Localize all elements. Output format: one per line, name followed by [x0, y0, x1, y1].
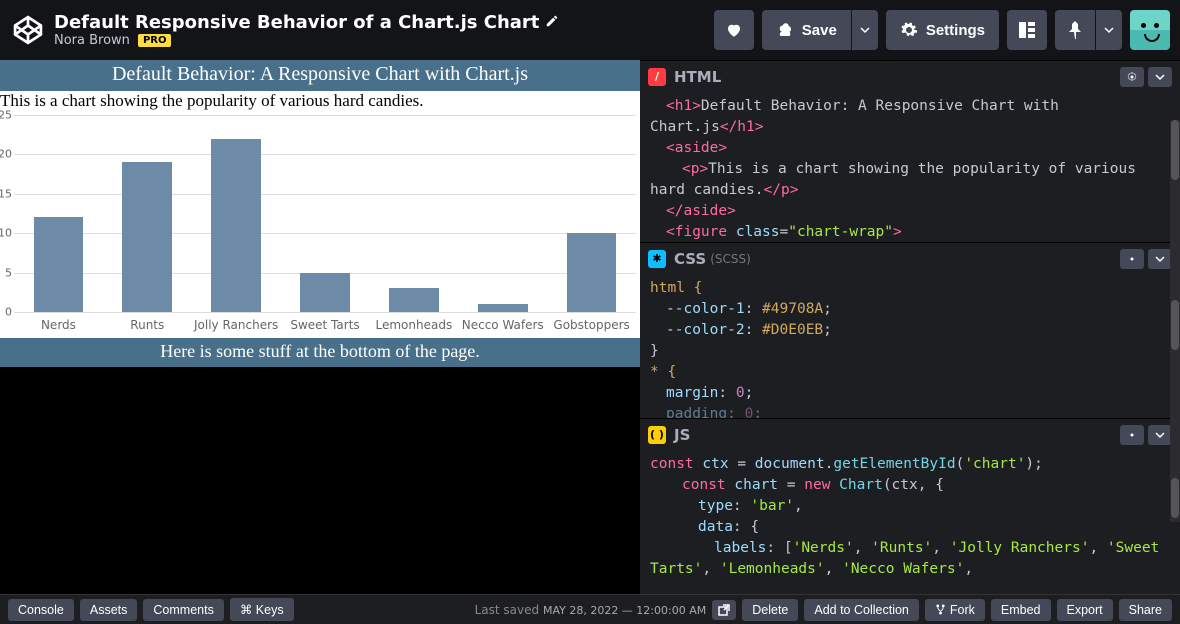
save-label: Save	[802, 22, 837, 39]
edit-title-icon[interactable]	[545, 13, 559, 32]
bars	[14, 115, 636, 312]
x-label: Jolly Ranchers	[192, 318, 281, 332]
y-axis: 0510152025	[0, 115, 14, 312]
js-badge-icon: ( )	[648, 426, 666, 444]
js-panel-label[interactable]: JS	[674, 426, 690, 444]
preview-title: Default Behavior: A Responsive Chart wit…	[0, 60, 640, 91]
settings-button[interactable]: Settings	[886, 10, 999, 50]
embed-button[interactable]: Embed	[991, 599, 1051, 621]
pen-title[interactable]: Default Responsive Behavior of a Chart.j…	[54, 12, 539, 33]
save-menu-button[interactable]	[852, 10, 878, 50]
pin-menu-button[interactable]	[1096, 10, 1122, 50]
share-button[interactable]: Share	[1119, 599, 1172, 621]
comments-button[interactable]: Comments	[143, 599, 223, 621]
css-settings-icon[interactable]	[1120, 249, 1144, 269]
css-panel: ✱ CSS (SCSS) html { --color-1: #49708A; …	[640, 242, 1180, 418]
add-collection-button[interactable]: Add to Collection	[804, 599, 919, 621]
html-panel: / HTML <h1>Default Behavior: A Responsiv…	[640, 60, 1180, 242]
x-label: Runts	[103, 318, 192, 332]
html-panel-label[interactable]: HTML	[674, 68, 721, 86]
css-code-editor[interactable]: html { --color-1: #49708A; --color-2: #D…	[640, 274, 1180, 418]
x-axis: NerdsRuntsJolly RanchersSweet TartsLemon…	[14, 318, 636, 332]
delete-button[interactable]: Delete	[742, 599, 798, 621]
bar	[211, 139, 261, 312]
bar	[300, 273, 350, 312]
editor-scrollbar[interactable]	[1170, 120, 1180, 522]
pin-button[interactable]	[1055, 10, 1095, 50]
x-label: Sweet Tarts	[281, 318, 370, 332]
js-code-editor[interactable]: const ctx = document.getElementById('cha…	[640, 450, 1180, 594]
x-label: Gobstoppers	[547, 318, 636, 332]
settings-label: Settings	[926, 22, 985, 39]
preview-pane: Default Behavior: A Responsive Chart wit…	[0, 60, 640, 594]
html-chevron-icon[interactable]	[1148, 67, 1172, 87]
title-block: Default Responsive Behavior of a Chart.j…	[54, 12, 706, 48]
bar	[478, 304, 528, 312]
html-badge-icon: /	[648, 68, 666, 86]
css-panel-label[interactable]: CSS	[674, 250, 706, 268]
open-new-window-icon[interactable]	[712, 600, 736, 620]
js-chevron-icon[interactable]	[1148, 425, 1172, 445]
x-label: Nerds	[14, 318, 103, 332]
fork-button[interactable]: Fork	[925, 599, 985, 621]
bar	[122, 162, 172, 312]
console-button[interactable]: Console	[8, 599, 74, 621]
layout-button[interactable]	[1007, 10, 1047, 50]
html-settings-icon[interactable]	[1120, 67, 1144, 87]
js-panel: ( ) JS const ctx = document.getElementBy…	[640, 418, 1180, 594]
export-button[interactable]: Export	[1057, 599, 1113, 621]
bar	[389, 288, 439, 312]
keys-button[interactable]: ⌘ Keys	[230, 598, 294, 621]
author-name[interactable]: Nora Brown	[54, 33, 130, 48]
x-label: Lemonheads	[369, 318, 458, 332]
codepen-logo[interactable]	[10, 12, 46, 48]
css-panel-sub: (SCSS)	[710, 252, 751, 266]
css-chevron-icon[interactable]	[1148, 249, 1172, 269]
html-code-editor[interactable]: <h1>Default Behavior: A Responsive Chart…	[640, 92, 1180, 242]
bar	[34, 217, 84, 312]
editors: / HTML <h1>Default Behavior: A Responsiv…	[640, 60, 1180, 594]
assets-button[interactable]: Assets	[80, 599, 138, 621]
avatar[interactable]	[1130, 10, 1170, 50]
preview-footer: Here is some stuff at the bottom of the …	[0, 338, 640, 367]
save-button[interactable]: Save	[762, 10, 851, 50]
x-label: Necco Wafers	[458, 318, 547, 332]
last-saved: Last saved MAY 28, 2022 — 12:00:00 AM	[475, 603, 707, 617]
preview-desc: This is a chart showing the popularity o…	[0, 91, 640, 111]
js-settings-icon[interactable]	[1120, 425, 1144, 445]
bar	[567, 233, 617, 312]
app-footer: Console Assets Comments ⌘ Keys Last save…	[0, 594, 1180, 624]
chart: 0510152025 NerdsRuntsJolly RanchersSweet…	[0, 111, 640, 338]
like-button[interactable]	[714, 10, 754, 50]
css-badge-icon: ✱	[648, 250, 666, 268]
app-header: Default Responsive Behavior of a Chart.j…	[0, 0, 1180, 60]
pro-badge: PRO	[138, 34, 172, 47]
